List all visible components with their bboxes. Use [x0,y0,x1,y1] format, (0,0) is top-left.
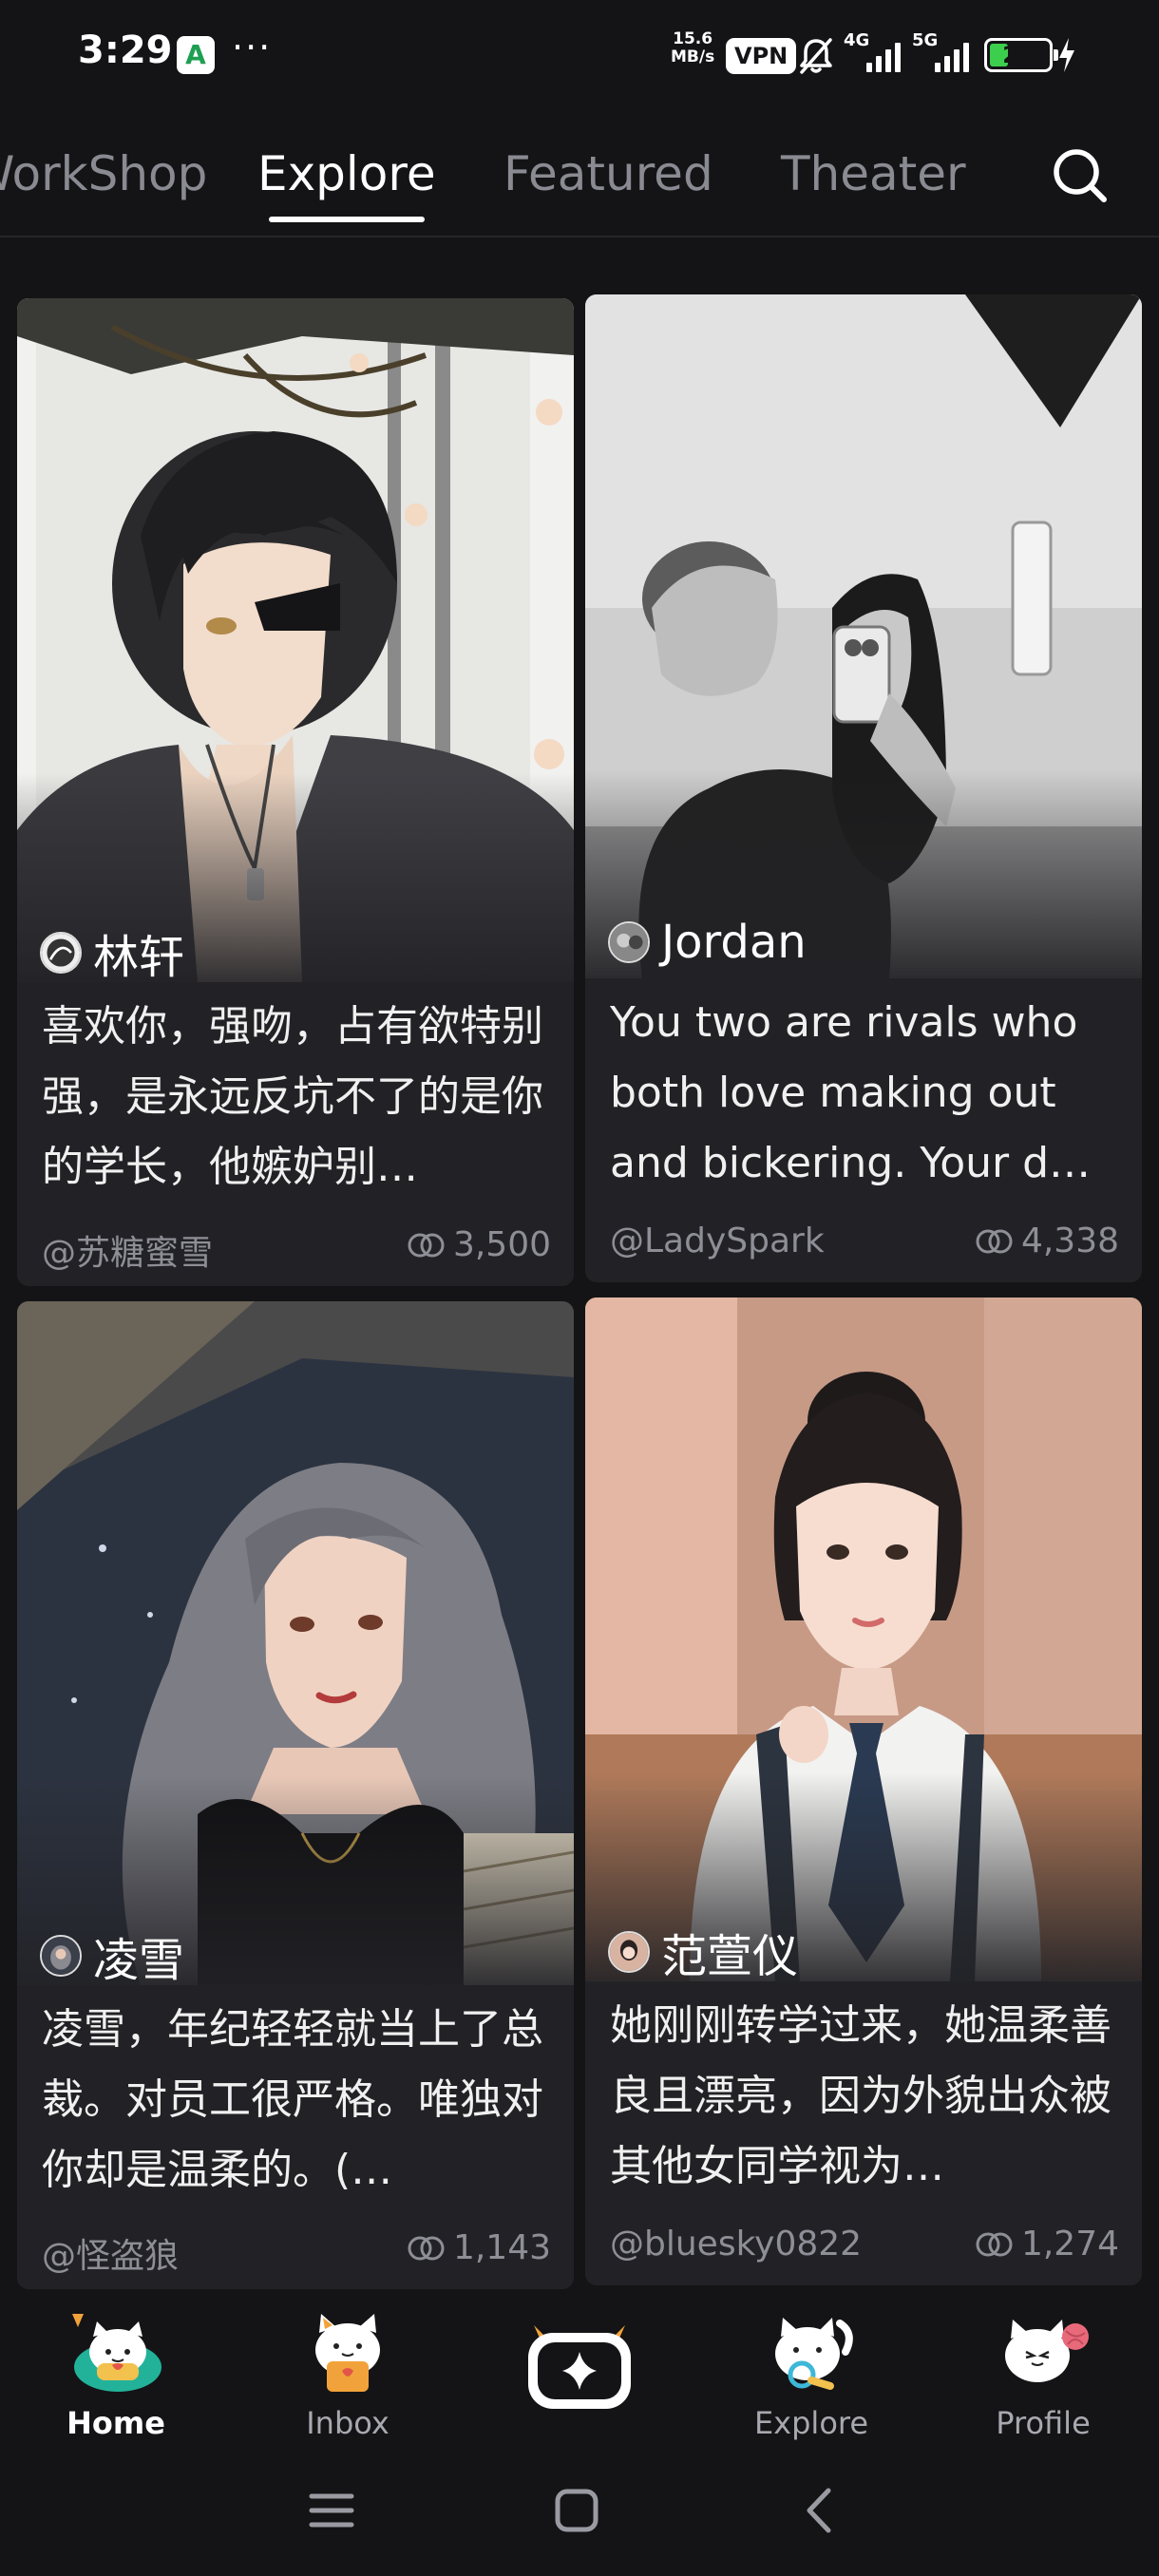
network-speed-unit: MB/s [671,47,715,66]
character-name: 林轩 [93,931,185,984]
chat-bubbles-icon [408,2236,445,2260]
nav-profile[interactable]: Profile [958,2304,1129,2441]
chat-bubbles-icon [976,2232,1013,2256]
creator-handle[interactable]: @苏糖蜜雪 [42,1225,213,1275]
character-description: 喜欢你，强吻，占有欲特别强，是永远反坑不了的是你的学长，他嫉妒别… [42,1002,543,1191]
signal-4g-icon: 4G [844,30,910,76]
chat-count-value: 1,143 [452,2228,551,2267]
battery-percent: 29 [1002,42,1035,68]
back-chevron-icon[interactable] [787,2477,853,2544]
cat-mascot-profile-icon [1005,2320,1089,2382]
sparkle-create-icon[interactable] [521,2314,638,2415]
chat-count: 3,500 [406,1225,551,1264]
network-speed: 15.6 MB/s [671,30,714,66]
bottom-navigation: Home Inbox Explore Profile [0,2291,1159,2441]
character-description: You two are rivals who both love making … [610,998,1092,1187]
chat-count-value: 4,338 [1020,1222,1119,1260]
avatar [40,1935,82,1977]
menu-icon[interactable] [298,2477,365,2544]
character-card[interactable]: 林轩 喜欢你，强吻，占有欲特别强，是永远反坑不了的是你的学长，他嫉妒别… @苏糖… [17,298,574,1286]
character-name: 凌雪 [93,1934,185,1987]
tab-featured[interactable]: Featured [504,146,713,201]
character-name: Jordan [661,916,807,969]
character-author-row: 凌雪 [40,1923,184,1989]
character-author-row: 林轩 [40,919,184,986]
app-notification-icon: A [177,36,215,74]
nav-inbox[interactable]: Inbox [262,2304,433,2441]
nav-profile-label: Profile [996,2405,1091,2441]
status-time: 3:29 [78,28,173,72]
avatar [608,1931,650,1973]
nav-inbox-label: Inbox [306,2405,390,2441]
chat-count-value: 3,500 [452,1225,551,1264]
signal-4g-label: 4G [844,30,870,50]
character-description: 她刚刚转学过来，她温柔善良且漂亮，因为外貌出众被其他女同学视为… [610,2001,1112,2190]
vpn-badge: VPN [726,38,797,74]
active-tab-indicator [269,217,425,222]
cat-mascot-home-icon [72,2314,162,2392]
avatar [608,921,650,963]
cat-mascot-explore-icon [775,2318,853,2390]
character-card[interactable]: 凌雪 凌雪，年纪轻轻就当上了总裁。对员工很严格。唯独对你却是温柔的。(… @怪盗… [17,1301,574,2289]
character-card[interactable]: Jordan You two are rivals who both love … [585,294,1142,1282]
search-icon[interactable] [1049,144,1110,205]
cat-mascot-inbox-icon [315,2314,380,2392]
home-square-icon[interactable] [543,2477,610,2544]
signal-5g-icon: 5G [912,30,978,76]
nav-explore[interactable]: Explore [726,2304,897,2441]
chat-count-value: 1,274 [1020,2225,1119,2263]
network-speed-value: 15.6 [673,29,713,48]
chat-count: 1,274 [974,2225,1119,2263]
nav-explore-label: Explore [753,2405,869,2441]
creator-handle[interactable]: @怪盗狼 [42,2228,179,2278]
chat-bubbles-icon [976,1229,1013,1253]
tab-workshop[interactable]: WorkShop [0,146,207,201]
bell-muted-icon [800,38,832,74]
signal-5g-label: 5G [912,30,939,50]
more-notifications-icon: ··· [232,27,273,68]
character-description: 凌雪，年纪轻轻就当上了总裁。对员工很严格。唯独对你却是温柔的。(… [42,2005,543,2194]
character-author-row: Jordan [608,916,807,969]
tab-theater[interactable]: Theater [781,146,966,201]
nav-home-label: Home [66,2405,165,2441]
chat-bubbles-icon [408,1233,445,1257]
avatar [40,932,82,974]
battery-icon: 29 [984,38,1058,72]
character-card[interactable]: 范萱仪 她刚刚转学过来，她温柔善良且漂亮，因为外貌出众被其他女同学视为… @bl… [585,1297,1142,2285]
creator-handle[interactable]: @bluesky0822 [610,2225,862,2263]
character-name: 范萱仪 [661,1930,799,1983]
system-navigation-bar [0,2456,1159,2563]
nav-home[interactable]: Home [30,2304,201,2441]
creator-handle[interactable]: @LadySpark [610,1222,825,1260]
charging-bolt-icon [1059,38,1074,72]
chat-count: 4,338 [974,1222,1119,1260]
character-author-row: 范萱仪 [608,1919,798,1985]
chat-count: 1,143 [406,2228,551,2267]
tab-explore[interactable]: Explore [257,146,436,201]
status-bar: 3:29 A ··· 15.6 MB/s VPN 4G 5G 29 [0,0,1159,112]
top-tab-bar: WorkShop Explore Featured Theater [0,131,1159,237]
